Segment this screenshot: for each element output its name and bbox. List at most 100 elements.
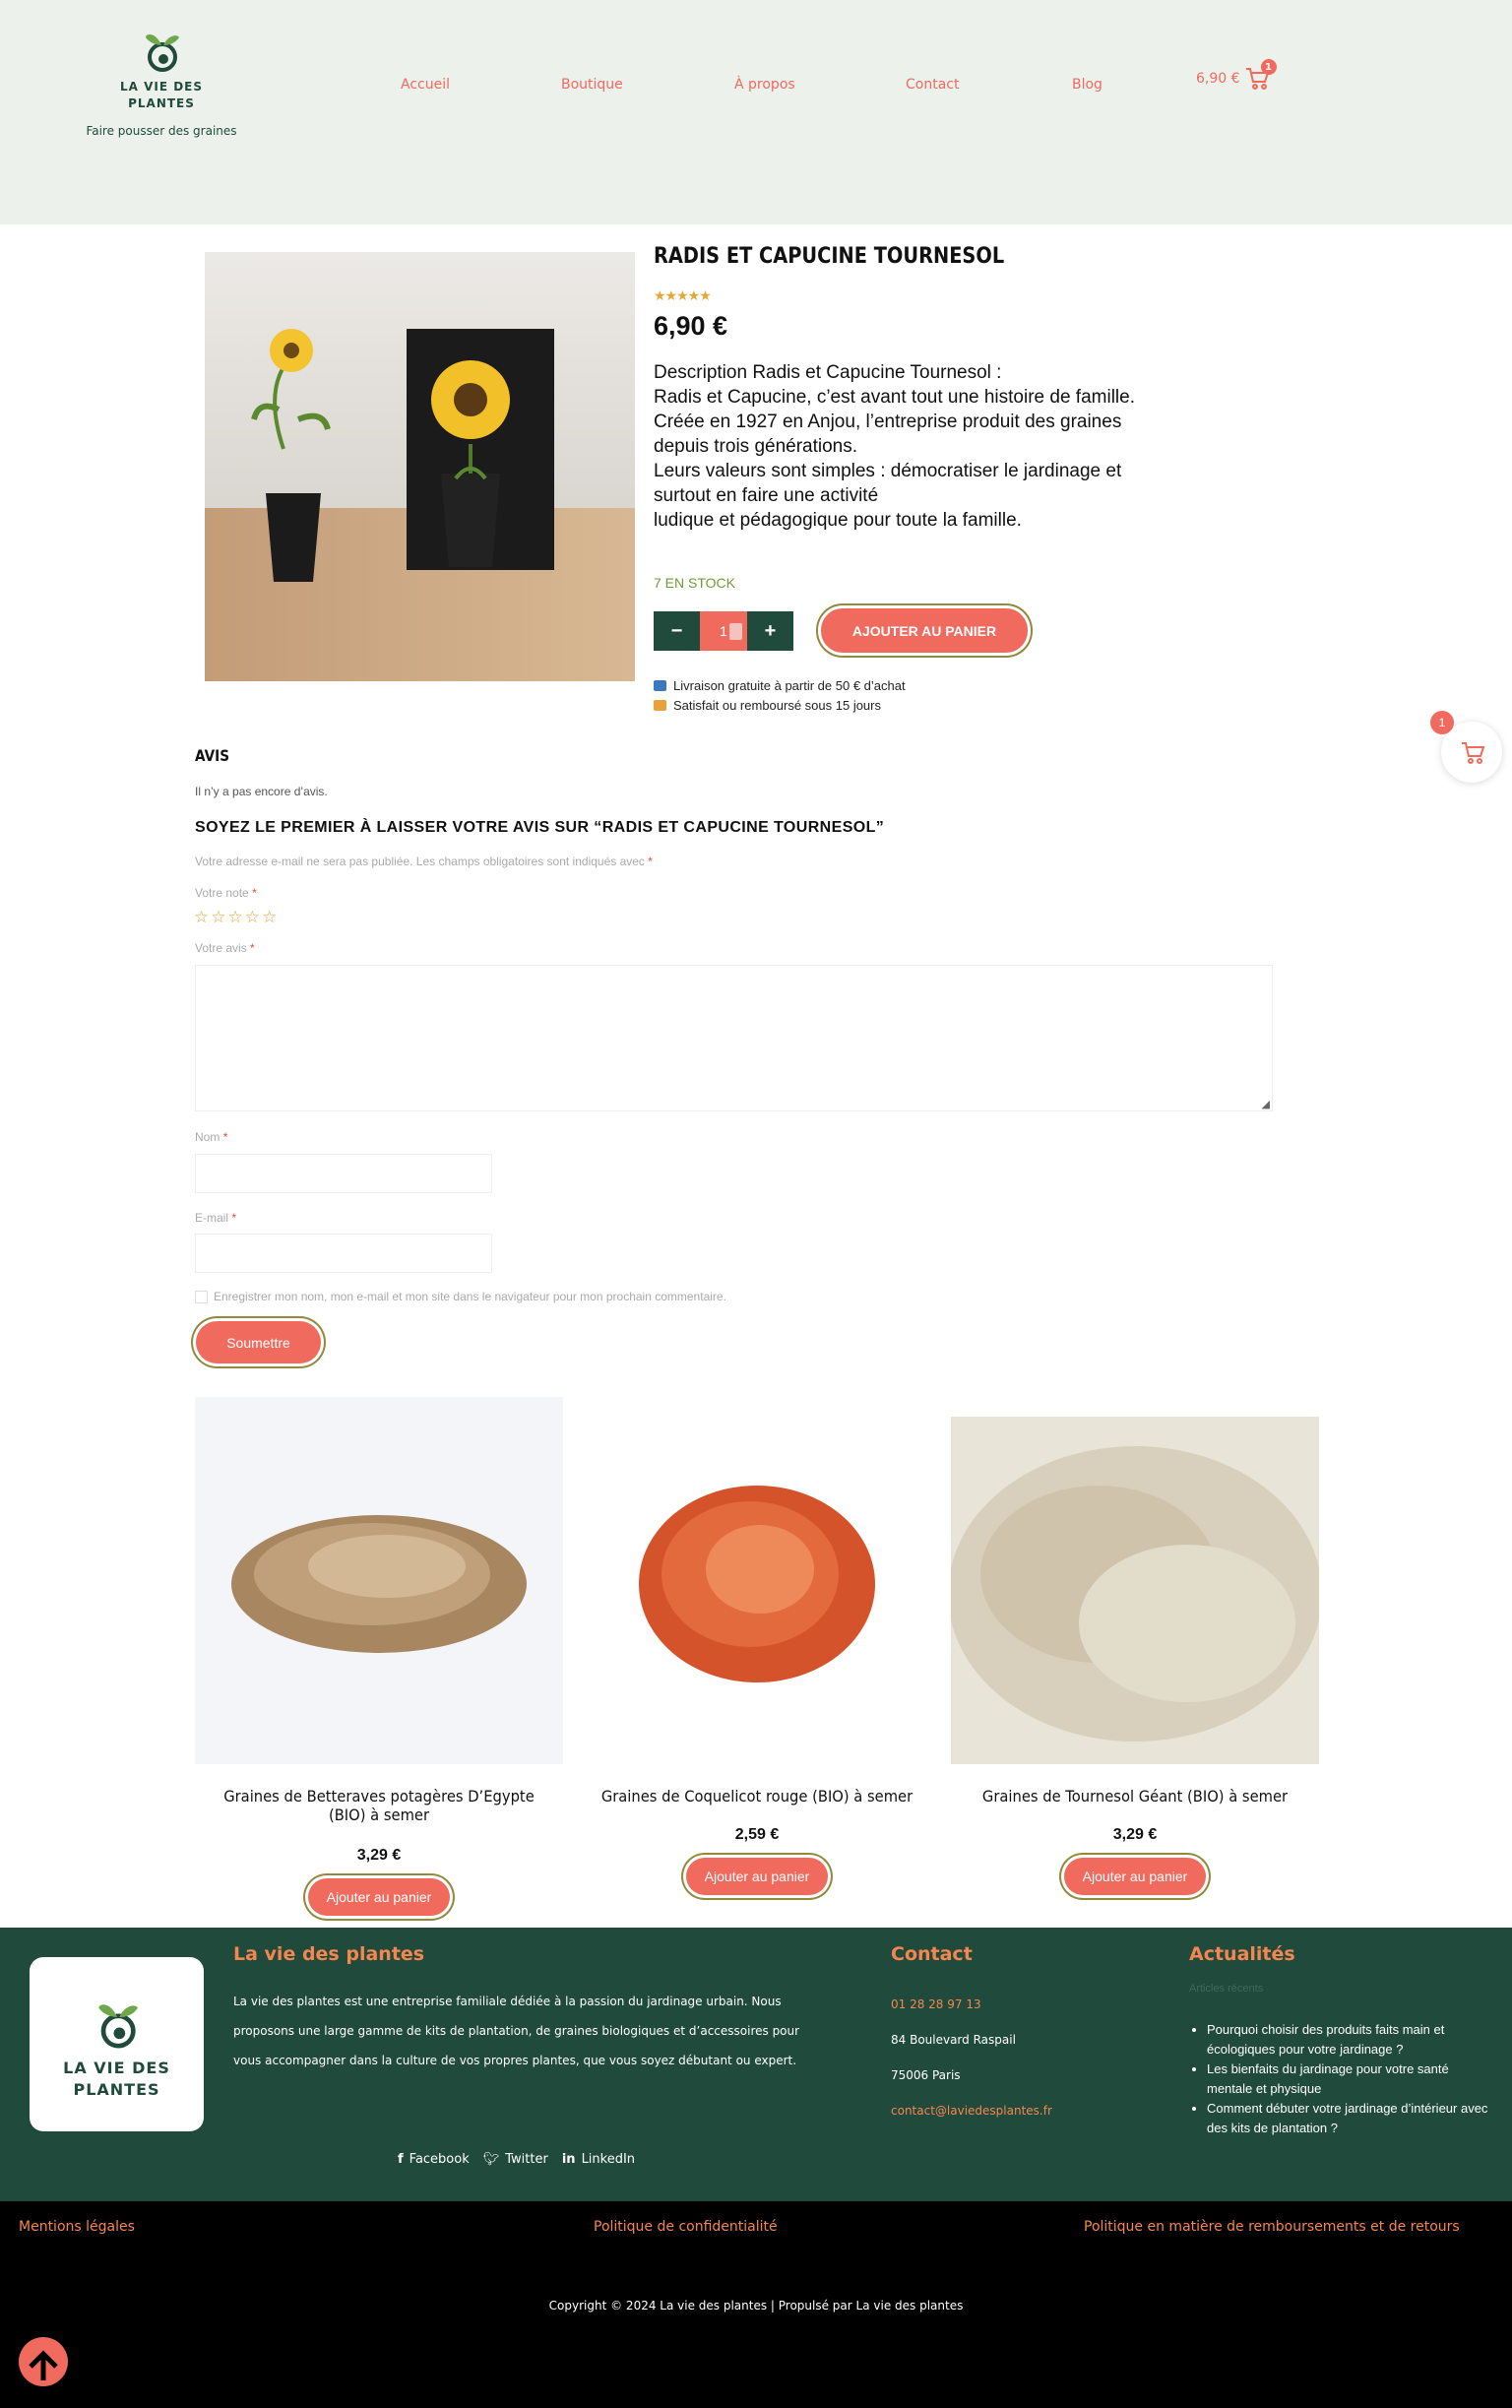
rating-star-input[interactable]: ☆☆☆☆☆	[194, 908, 279, 927]
linkedin-icon: in	[561, 2152, 576, 2167]
related-add-to-cart-button[interactable]: Ajouter au panier	[308, 1878, 450, 1916]
footer-about-text: La vie des plantes est une entreprise fa…	[233, 1995, 800, 2067]
facebook-label: Facebook	[409, 2152, 470, 2167]
site-footer: LA VIE DES PLANTES La vie des plantes La …	[0, 1928, 1512, 2201]
sprout-logo-icon	[146, 34, 179, 72]
tagline: Faire pousser des graines	[86, 124, 237, 138]
review-textarea[interactable]: ◢	[195, 965, 1273, 1111]
footer-address-2: 75006 Paris	[891, 2068, 961, 2082]
email-label: E-mail *	[195, 1211, 236, 1225]
delivery-info-text: Livraison gratuite à partir de 50 € d’ac…	[673, 678, 906, 693]
linkedin-label: LinkedIn	[581, 2152, 636, 2167]
related-add-to-cart-button[interactable]: Ajouter au panier	[686, 1858, 828, 1895]
cart-count-badge: 1	[1260, 59, 1277, 75]
related-add-to-cart-button[interactable]: Ajouter au panier	[1064, 1858, 1206, 1895]
qty-minus-button[interactable]: −	[654, 611, 700, 651]
save-info-row: Enregistrer mon nom, mon e-mail et mon s…	[195, 1290, 726, 1303]
product-title: RADIS ET CAPUCINE TOURNESOL	[654, 244, 1005, 269]
sprout-logo-icon	[97, 2004, 138, 2049]
qty-spinner-icon[interactable]	[729, 623, 742, 640]
description-line: Leurs valeurs sont simples : démocratise…	[654, 461, 1122, 506]
add-to-cart-button[interactable]: AJOUTER AU PANIER	[821, 608, 1028, 653]
privacy-link[interactable]: Politique de confidentialité	[594, 2219, 778, 2235]
resize-handle-icon[interactable]: ◢	[1262, 1098, 1270, 1110]
site-logo[interactable]: LA VIE DES PLANTES Faire pousser des grai…	[73, 28, 250, 138]
email-label-text: E-mail	[195, 1211, 229, 1225]
linkedin-link[interactable]: in LinkedIn	[562, 2152, 635, 2167]
floating-cart-badge: 1	[1430, 711, 1454, 734]
no-reviews-text: Il n’y a pas encore d’avis.	[195, 785, 328, 798]
social-links: f Facebook 🐦︎ Twitter in LinkedIn	[398, 2152, 635, 2167]
footer-news-title: Actualités	[1189, 1943, 1295, 1965]
qty-plus-button[interactable]: +	[747, 611, 793, 651]
news-link[interactable]: Pourquoi choisir des produits faits main…	[1207, 2020, 1492, 2059]
email-notice: Votre adresse e-mail ne sera pas publiée…	[195, 855, 653, 868]
facebook-link[interactable]: f Facebook	[398, 2152, 470, 2167]
required-mark: *	[250, 941, 255, 955]
save-info-checkbox[interactable]	[195, 1290, 208, 1303]
facebook-icon: f	[398, 2152, 404, 2167]
cart-total: 6,90 €	[1196, 71, 1240, 87]
news-link[interactable]: Comment débuter votre jardinage d’intéri…	[1207, 2099, 1492, 2138]
cart-icon: 1	[1244, 59, 1277, 93]
twitter-link[interactable]: 🐦︎ Twitter	[483, 2152, 548, 2167]
review-form-title: SOYEZ LE PREMIER À LAISSER VOTRE AVIS SU…	[195, 819, 885, 836]
email-field[interactable]	[195, 1234, 492, 1273]
product-image[interactable]	[205, 252, 635, 681]
footer-email[interactable]: contact@laviedesplantes.fr	[891, 2093, 1052, 2128]
submit-review-button[interactable]: Soumettre	[196, 1321, 321, 1363]
related-product-image[interactable]	[195, 1397, 563, 1764]
nav-a-propos[interactable]: À propos	[734, 77, 795, 93]
reviews-heading: AVIS	[195, 746, 229, 765]
description-line: Radis et Capucine, c’est avant tout une …	[654, 387, 1135, 457]
mentions-link[interactable]: Mentions légales	[19, 2219, 135, 2235]
nav-blog[interactable]: Blog	[1072, 77, 1102, 93]
cart-icon	[1462, 742, 1485, 764]
truck-icon	[654, 680, 666, 691]
refund-info: Satisfait ou remboursé sous 15 jours	[654, 698, 881, 713]
footer-address-1: 84 Boulevard Raspail	[891, 2033, 1016, 2047]
twitter-label: Twitter	[505, 2152, 548, 2167]
thumbs-up-icon	[654, 700, 666, 711]
related-product-title[interactable]: Graines de Tournesol Géant (BIO) à semer	[966, 1787, 1304, 1806]
product-description: Description Radis et Capucine Tournesol …	[654, 360, 1156, 533]
footer-news-list: Pourquoi choisir des produits faits main…	[1207, 2020, 1492, 2138]
nav-accueil[interactable]: Accueil	[401, 77, 450, 93]
footer-contact-title: Contact	[891, 1943, 973, 1965]
related-product-price: 3,29 €	[356, 1847, 402, 1864]
name-label-text: Nom	[195, 1130, 220, 1144]
header-cart[interactable]: 6,90 € 1	[1196, 59, 1277, 93]
save-info-text: Enregistrer mon nom, mon e-mail et mon s…	[214, 1290, 726, 1303]
arrow-up-icon	[29, 2350, 58, 2380]
scroll-top-button[interactable]	[19, 2337, 68, 2386]
rating-stars: ★★★★★	[654, 287, 712, 303]
related-product-price: 2,59 €	[734, 1826, 780, 1843]
required-mark: *	[222, 1130, 228, 1144]
qty-input[interactable]: 1	[700, 611, 747, 651]
name-field[interactable]	[195, 1154, 492, 1193]
related-product-title[interactable]: Graines de Betteraves potagères D’Egypte…	[210, 1787, 548, 1824]
footer-logo[interactable]: LA VIE DES PLANTES	[30, 1957, 204, 2131]
related-product-image[interactable]	[573, 1397, 941, 1764]
rating-label-text: Votre note	[195, 886, 249, 900]
footer-news-sub: Articles récents	[1189, 1983, 1264, 1995]
name-label: Nom *	[195, 1130, 227, 1144]
footer-phone[interactable]: 01 28 28 97 13	[891, 1987, 1052, 2022]
product-price: 6,90 €	[654, 311, 728, 341]
related-product-image[interactable]	[951, 1397, 1319, 1764]
rating-label: Votre note *	[195, 886, 257, 900]
quantity-stepper: − 1 +	[654, 611, 793, 651]
required-mark: *	[231, 1211, 237, 1225]
description-line: ludique et pédagogique pour toute la fam…	[654, 510, 1022, 531]
news-link[interactable]: Les bienfaits du jardinage pour votre sa…	[1207, 2059, 1492, 2099]
required-mark: *	[252, 886, 257, 900]
footer-about-title: La vie des plantes	[233, 1943, 425, 1965]
nav-boutique[interactable]: Boutique	[561, 77, 623, 93]
required-mark: *	[648, 855, 653, 868]
refund-info-text: Satisfait ou remboursé sous 15 jours	[673, 698, 881, 713]
qty-value: 1	[720, 623, 727, 639]
refund-policy-link[interactable]: Politique en matière de remboursements e…	[1084, 2219, 1460, 2235]
review-label: Votre avis *	[195, 941, 255, 955]
related-product-title[interactable]: Graines de Coquelicot rouge (BIO) à seme…	[588, 1787, 926, 1806]
nav-contact[interactable]: Contact	[906, 77, 959, 93]
